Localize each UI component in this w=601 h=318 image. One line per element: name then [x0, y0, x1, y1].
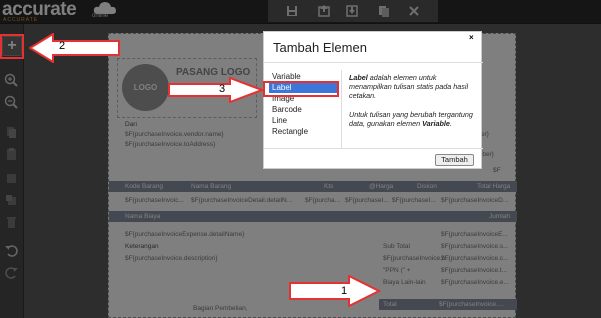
list-item-barcode[interactable]: Barcode [272, 105, 302, 115]
hint-text: Untuk tulisan yang berubah tergantung da… [349, 110, 473, 128]
callout-number-1: 1 [341, 285, 348, 297]
divider [264, 148, 483, 149]
callout-arrow-1: 1 [289, 275, 381, 307]
highlight-add-button [0, 34, 24, 59]
hint-bold: Variable [422, 119, 450, 128]
hint-end: . [449, 119, 452, 128]
highlight-label-item [263, 81, 339, 97]
element-hint: Untuk tulisan yang berubah tergantung da… [349, 110, 477, 128]
tambah-elemen-dialog: Tambah Elemen × Variable Label Image Bar… [263, 31, 483, 169]
callout-arrow-2: 2 [29, 33, 121, 63]
desc-text: adalah elemen untuk menampilkan tulisan … [349, 73, 469, 100]
callout-arrow-3: 3 [168, 77, 264, 103]
callout-number-2: 2 [59, 40, 66, 52]
list-item-line[interactable]: Line [272, 116, 287, 126]
desc-bold: Label [349, 73, 368, 82]
divider [341, 70, 342, 148]
list-item-rectangle[interactable]: Rectangle [272, 127, 308, 137]
dialog-title: Tambah Elemen [273, 40, 367, 55]
element-description: Label adalah elemen untuk menampilkan tu… [349, 73, 477, 100]
divider [264, 62, 483, 63]
callout-number-3: 3 [219, 83, 226, 95]
close-icon[interactable]: × [469, 33, 474, 42]
tambah-button[interactable]: Tambah [435, 154, 474, 166]
